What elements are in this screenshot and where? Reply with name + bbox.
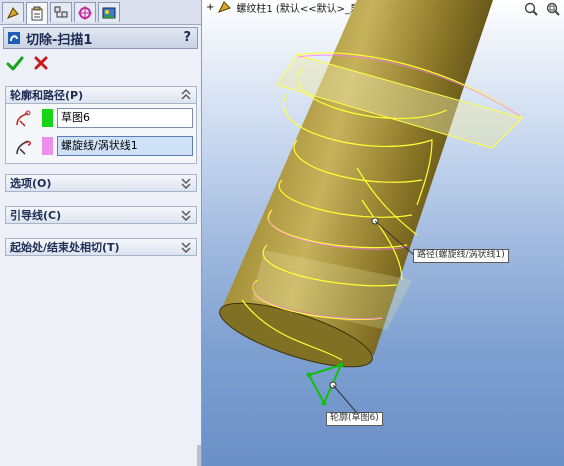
- feature-title: 切除-扫描1: [26, 32, 93, 48]
- configuration-manager-tab[interactable]: [50, 2, 72, 22]
- ok-check-icon[interactable]: [6, 55, 24, 73]
- dimxpert-tab-icon: [78, 5, 92, 20]
- panel-tab-bar: [0, 0, 201, 25]
- path-field[interactable]: 螺旋线/涡状线1: [57, 136, 193, 156]
- profile-callout-label[interactable]: 轮廓(草图6): [326, 412, 383, 426]
- profile-path-group-header[interactable]: 轮廓和路径(P): [5, 86, 197, 104]
- property-manager-tab-icon: [31, 6, 43, 20]
- cut-sweep-icon: [8, 32, 20, 44]
- property-manager-tab[interactable]: [26, 2, 48, 24]
- options-group-header[interactable]: 选项(O): [5, 174, 197, 192]
- chevron-down-icon[interactable]: [181, 208, 191, 222]
- property-manager-panel: 切除-扫描1 ? 轮廓和路径(P) 草图6 螺旋线/涡状线1 选项(O) 引导线…: [0, 0, 203, 466]
- guide-curves-group-header[interactable]: 引导线(C): [5, 206, 197, 224]
- feature-manager-tab[interactable]: [2, 2, 24, 22]
- cancel-x-icon[interactable]: [33, 55, 49, 71]
- chevron-down-icon[interactable]: [181, 240, 191, 254]
- profile-sketch-icon: [16, 110, 31, 127]
- path-sketch-icon: [16, 140, 31, 155]
- graphics-viewport[interactable]: + 螺纹柱1 (默认<<默认>_显... 路径(螺旋线/涡状线1) 轮廓(草图6…: [201, 0, 564, 466]
- profile-selection-row: 草图6: [6, 107, 196, 131]
- feature-title-bar: 切除-扫描1 ?: [3, 27, 198, 49]
- tangency-group-header[interactable]: 起始处/结束处相切(T): [5, 238, 197, 256]
- guide-curves-group-label: 引导线(C): [10, 209, 62, 222]
- configuration-manager-tab-icon: [54, 6, 68, 17]
- profile-field[interactable]: 草图6: [57, 108, 193, 128]
- tangency-group-label: 起始处/结束处相切(T): [10, 241, 120, 254]
- profile-callout-leader: [332, 384, 358, 414]
- chevron-down-icon[interactable]: [181, 176, 191, 190]
- dimxpert-tab[interactable]: [74, 2, 96, 22]
- options-group-label: 选项(O): [10, 177, 52, 190]
- path-callout-label[interactable]: 路径(螺旋线/涡状线1): [413, 249, 509, 263]
- path-color-swatch: [42, 137, 53, 155]
- profile-path-group-label: 轮廓和路径(P): [10, 89, 84, 102]
- feature-manager-tab-icon: [6, 6, 19, 19]
- chevron-up-icon[interactable]: [181, 88, 191, 102]
- profile-path-group-body: 草图6 螺旋线/涡状线1: [5, 104, 197, 164]
- path-selection-row: 螺旋线/涡状线1: [6, 135, 196, 159]
- display-manager-tab[interactable]: [98, 2, 120, 22]
- display-manager-tab-icon: [102, 7, 116, 18]
- help-button[interactable]: ?: [183, 30, 191, 45]
- model-scene[interactable]: [202, 0, 564, 466]
- profile-color-swatch: [42, 109, 53, 127]
